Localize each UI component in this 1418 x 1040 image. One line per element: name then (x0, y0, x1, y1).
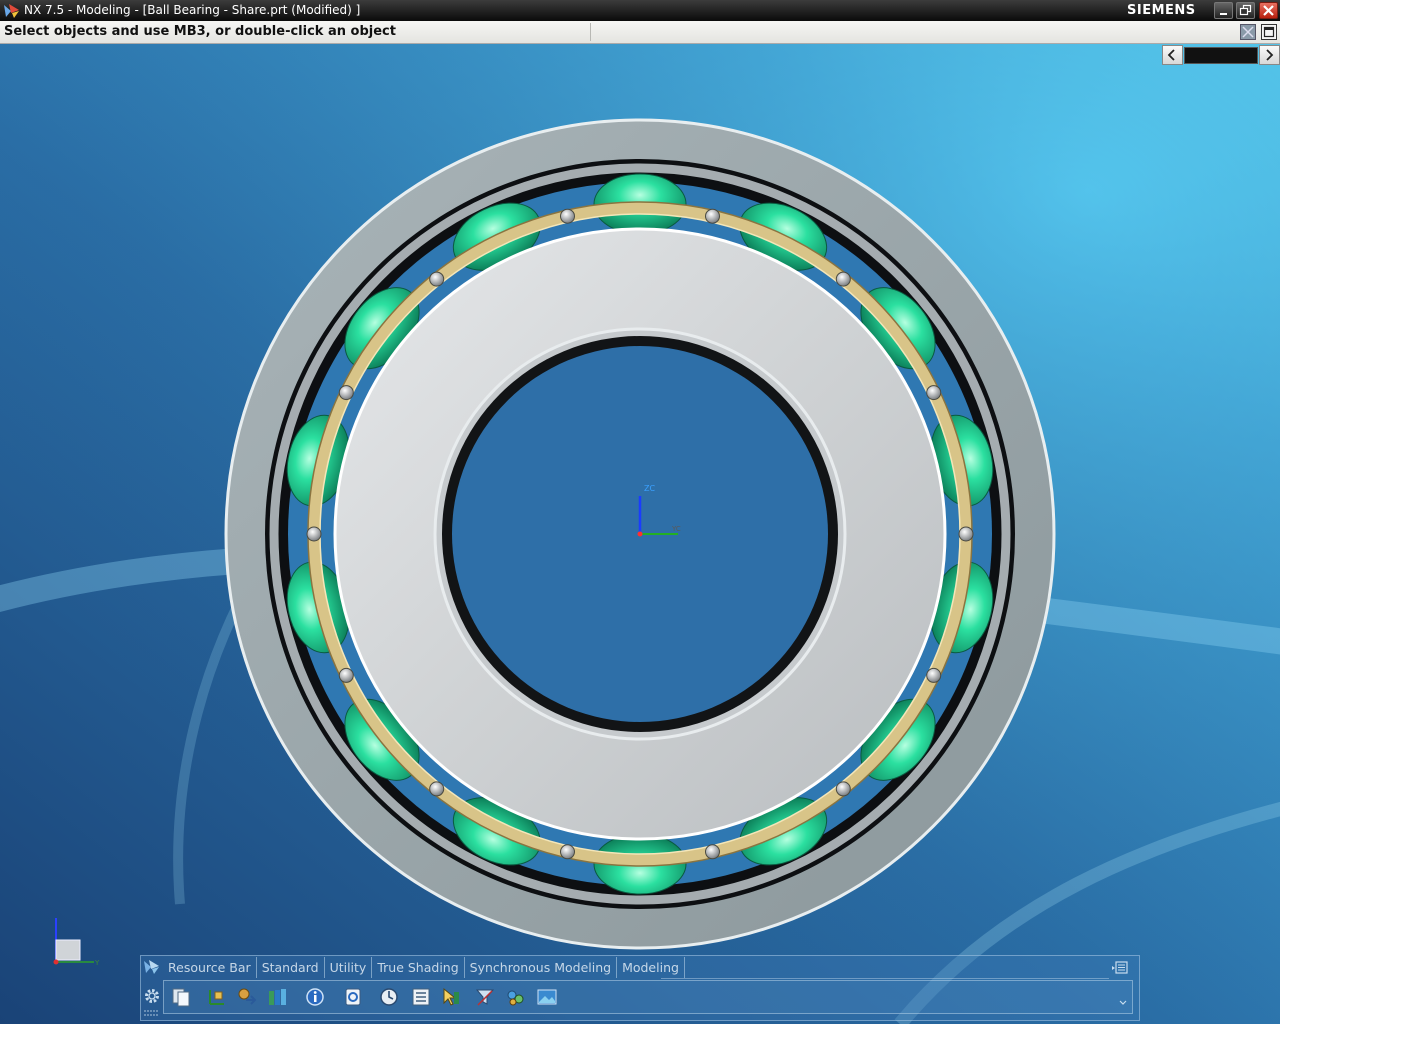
restore-icon (1239, 4, 1252, 16)
graphics-window[interactable]: ZC YC Y Resource Bar Standard Utility Tr… (0, 44, 1280, 1024)
dock-grip-icon[interactable] (143, 1008, 159, 1018)
toolbar-icon-row (163, 980, 1133, 1014)
cage-rivet (958, 526, 974, 542)
full-screen-icon[interactable] (1261, 24, 1277, 40)
copy-icon[interactable] (170, 986, 192, 1008)
cage-rivet (306, 526, 322, 542)
tab-resource-bar[interactable]: Resource Bar (163, 957, 257, 978)
cage-rivet (338, 667, 354, 683)
restore-button[interactable] (1236, 2, 1255, 19)
window-tab-scroller (1162, 45, 1280, 67)
transform-icon[interactable] (206, 986, 228, 1008)
analysis-icon[interactable] (342, 986, 364, 1008)
minimize-button[interactable] (1214, 2, 1233, 19)
y-label: Y (94, 959, 100, 967)
cage-rivet (705, 208, 720, 224)
info-icon[interactable] (304, 986, 326, 1008)
gear-icon[interactable] (143, 987, 161, 1005)
window-title: NX 7.5 - Modeling - [Ball Bearing - Shar… (24, 3, 361, 17)
chevron-left-icon (1167, 49, 1175, 61)
cage-rivet (926, 385, 942, 401)
zc-label: ZC (644, 484, 655, 493)
cage-rivet (835, 271, 851, 287)
cue-message: Select objects and use MB3, or double-cl… (4, 24, 396, 39)
filter-icon[interactable] (474, 986, 496, 1008)
title-bar: NX 7.5 - Modeling - [Ball Bearing - Shar… (0, 0, 1280, 21)
cage-rivet (835, 781, 851, 797)
cage-rivet (429, 271, 445, 287)
cage-rivet (705, 844, 720, 860)
cage-rivet (560, 208, 575, 224)
cage-rivet (560, 844, 575, 860)
nx-logo-icon (4, 4, 19, 18)
close-button[interactable] (1259, 2, 1278, 19)
tab-true-shading[interactable]: True Shading (372, 957, 465, 978)
siemens-logo: SIEMENS (1127, 3, 1196, 18)
image-icon[interactable] (536, 986, 558, 1008)
toolbar-dock: Resource Bar Standard Utility True Shadi… (140, 955, 1140, 1021)
bearing-model-view[interactable]: ZC YC Y (0, 44, 1280, 1024)
minimize-icon (1220, 13, 1227, 15)
nx-logo-icon (144, 960, 159, 974)
cursor-icon[interactable] (440, 986, 462, 1008)
tab-standard[interactable]: Standard (257, 957, 325, 978)
selection-filter-icon[interactable] (1240, 24, 1256, 40)
cue-divider (590, 23, 591, 41)
toolbar-tab-strip: Resource Bar Standard Utility True Shadi… (163, 957, 685, 979)
cage-rivet (338, 385, 354, 401)
group-icon[interactable] (504, 986, 526, 1008)
scroll-left-button[interactable] (1162, 45, 1183, 65)
tab-strip-fill (661, 958, 1109, 979)
tab-synchronous-modeling[interactable]: Synchronous Modeling (465, 957, 618, 978)
scroll-right-button[interactable] (1259, 45, 1280, 65)
tab-utility[interactable]: Utility (325, 957, 373, 978)
cage-rivet (429, 781, 445, 797)
move-icon[interactable] (236, 986, 258, 1008)
yc-label: YC (671, 525, 681, 533)
scroll-track[interactable] (1184, 47, 1258, 64)
layer-icon[interactable] (266, 986, 288, 1008)
close-icon (1263, 5, 1274, 16)
nx-window: NX 7.5 - Modeling - [Ball Bearing - Shar… (0, 0, 1280, 1024)
chevron-right-icon (1266, 49, 1274, 61)
clock-icon[interactable] (378, 986, 400, 1008)
dock-options-icon[interactable] (1111, 960, 1129, 976)
cue-line: Select objects and use MB3, or double-cl… (0, 21, 1280, 44)
list-icon[interactable] (410, 986, 432, 1008)
cage-rivet (926, 667, 942, 683)
chevron-down-icon[interactable] (1119, 1000, 1127, 1006)
